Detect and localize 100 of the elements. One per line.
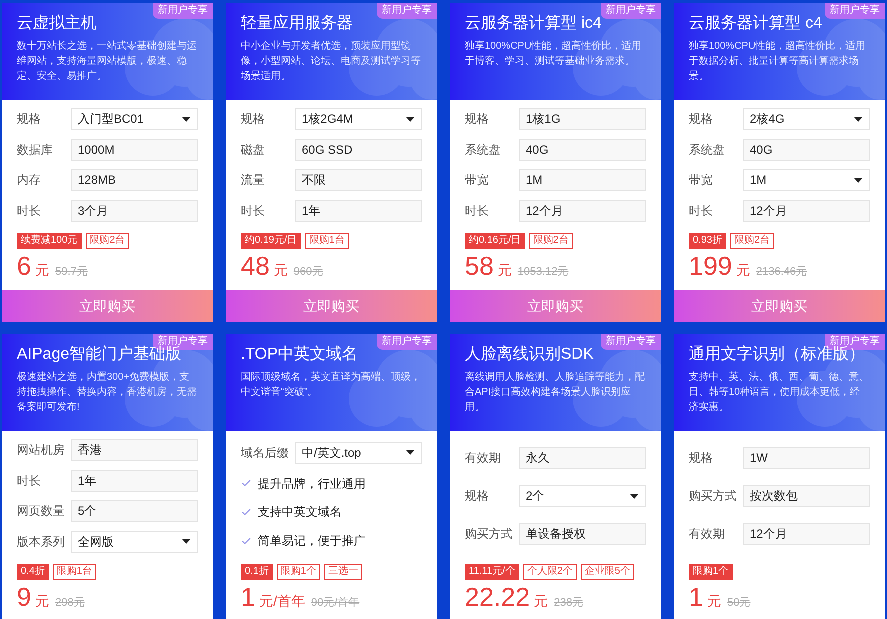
card-description: 支持中、英、法、俄、西、葡、德、意、日、韩等10种语言，使用成本更低，经济实惠。 [689, 370, 870, 415]
value-field[interactable]: 1M [519, 169, 646, 192]
select-field[interactable]: 中/英文.top [295, 442, 422, 464]
promo-tag: 企业限5个 [580, 564, 634, 580]
value-field[interactable]: 按次数包 [743, 485, 870, 507]
option-label: 规格 [689, 111, 714, 128]
value-field[interactable]: 60G SSD [295, 138, 422, 161]
card-title: 云服务器计算型 ic4 [465, 14, 603, 34]
price-amount: 58 [465, 253, 494, 279]
original-price: 960元 [294, 265, 324, 280]
new-user-badge: 新用户专享 [153, 3, 213, 19]
original-price: 238元 [554, 596, 584, 611]
original-price: 1053.12元 [518, 265, 569, 280]
caret-icon [182, 116, 191, 122]
option-label: 购买方式 [689, 488, 738, 505]
feature-text: 支持中英文域名 [258, 504, 342, 522]
card-description: 国际顶级域名，英文直译为高端、顶级，中文谐音“突破”。 [241, 370, 422, 400]
value-field[interactable]: 香港 [71, 439, 198, 462]
price-amount: 9 [17, 584, 32, 610]
new-user-badge: 新用户专享 [377, 334, 437, 350]
value-field[interactable]: 不限 [295, 169, 422, 192]
select-field[interactable]: 2核4G [743, 108, 870, 130]
value-field[interactable]: 单设备授权 [519, 523, 646, 545]
price-unit: 元 [274, 261, 288, 280]
price-unit: 元 [35, 592, 50, 611]
option-label: 购买方式 [465, 526, 514, 543]
value-field[interactable]: 12个月 [743, 523, 870, 545]
card-title: 云服务器计算型 c4 [689, 14, 824, 34]
option-label: 系统盘 [465, 142, 502, 159]
value-field[interactable]: 永久 [519, 447, 646, 469]
select-field[interactable]: 全网版 [71, 530, 198, 553]
promo-tag: 限购1台 [305, 233, 349, 249]
option-label: 版本系列 [17, 534, 66, 551]
select-field[interactable]: 2个 [519, 485, 646, 507]
select-field[interactable]: 1M [743, 169, 870, 192]
price-unit: 元 [534, 592, 548, 611]
feature-text: 提升品牌，行业通用 [258, 476, 366, 493]
option-label: 带宽 [689, 172, 714, 190]
option-label: 系统盘 [689, 142, 726, 159]
value-field[interactable]: 1年 [71, 470, 198, 492]
value-field[interactable]: 1W [743, 447, 870, 469]
promo-tag: 限购2台 [86, 233, 130, 249]
promo-tag: 0.4折 [17, 564, 49, 580]
original-price: 298元 [55, 596, 85, 611]
option-label: 带宽 [465, 172, 490, 190]
promo-tag: 11.11元/个 [465, 564, 520, 580]
option-label: 规格 [689, 450, 714, 467]
caret-icon [182, 539, 191, 544]
original-price: 50元 [727, 596, 751, 611]
select-field[interactable]: 1核2G4M [295, 108, 422, 130]
price-amount: 1 [241, 584, 256, 610]
check-icon [241, 506, 252, 518]
option-label: 规格 [241, 111, 266, 128]
option-label: 网站机房 [17, 442, 66, 460]
caret-icon [630, 494, 639, 498]
promo-tag: 0.93折 [689, 233, 726, 249]
card-title: 轻量应用服务器 [241, 14, 354, 34]
value-field[interactable]: 40G [743, 138, 870, 161]
value-field[interactable]: 1年 [295, 200, 422, 222]
new-user-badge: 新用户专享 [825, 3, 885, 19]
price-unit: 元 [498, 261, 512, 280]
card-title: 云虚拟主机 [17, 14, 98, 34]
card-description: 数十万站长之选，一站式零基础创建与运维网站，支持海量网站模版，极速、稳定、安全、易推广。 [17, 40, 198, 84]
promo-tag: 限购1台 [52, 564, 96, 580]
card-description: 中小企业与开发者优选，预装应用型镜像，小型网站、论坛、电商及测试学习等场景适用。 [241, 40, 422, 84]
option-label: 规格 [465, 111, 490, 128]
value-field[interactable]: 5个 [71, 500, 198, 522]
promo-tag: 限购2台 [730, 233, 774, 249]
price-amount: 48 [241, 253, 270, 279]
new-user-badge: 新用户专享 [377, 3, 437, 19]
price-amount: 6 [17, 253, 32, 279]
price-amount: 1 [689, 584, 704, 610]
price-amount: 199 [689, 253, 732, 279]
option-label: 时长 [17, 202, 42, 220]
option-label: 流量 [241, 172, 266, 190]
value-field[interactable]: 12个月 [519, 200, 646, 222]
option-label: 有效期 [465, 450, 502, 467]
value-field[interactable]: 40G [519, 138, 646, 161]
original-price: 2136.46元 [756, 265, 808, 280]
caret-icon [854, 178, 863, 183]
promo-tag: 0.1折 [241, 564, 273, 580]
card-description: 极速建站之选，内置300+免费模版，支持拖拽操作、替换内容，香港机房，无需备案即可发布! [17, 370, 198, 415]
value-field[interactable]: 12个月 [743, 200, 870, 222]
card-description: 离线调用人脸检测、人脸追踪等能力，配合API接口高效构建各场景人脸识别应用。 [465, 370, 646, 415]
value-field[interactable]: 1核1G [519, 108, 646, 130]
option-label: 时长 [465, 202, 490, 220]
promo-tag: 约0.19元/日 [241, 233, 302, 249]
option-label: 时长 [17, 472, 42, 490]
value-field[interactable]: 128MB [71, 169, 198, 192]
card-title: .TOP中英文域名 [241, 344, 360, 365]
promo-tag: 约0.16元/日 [465, 233, 526, 249]
option-label: 数据库 [17, 142, 54, 159]
card-description: 独享100%CPU性能，超高性价比，适用于数据分析、批量计算等高计算需求场景。 [689, 40, 867, 84]
value-field[interactable]: 3个月 [71, 200, 198, 222]
option-label: 磁盘 [241, 142, 266, 159]
promo-tag: 续费减100元 [17, 233, 82, 249]
select-field[interactable]: 入门型BC01 [71, 108, 198, 130]
value-field[interactable]: 1000M [71, 138, 198, 161]
price-unit: 元 [707, 592, 722, 611]
price-unit: 元/首年 [259, 592, 306, 611]
